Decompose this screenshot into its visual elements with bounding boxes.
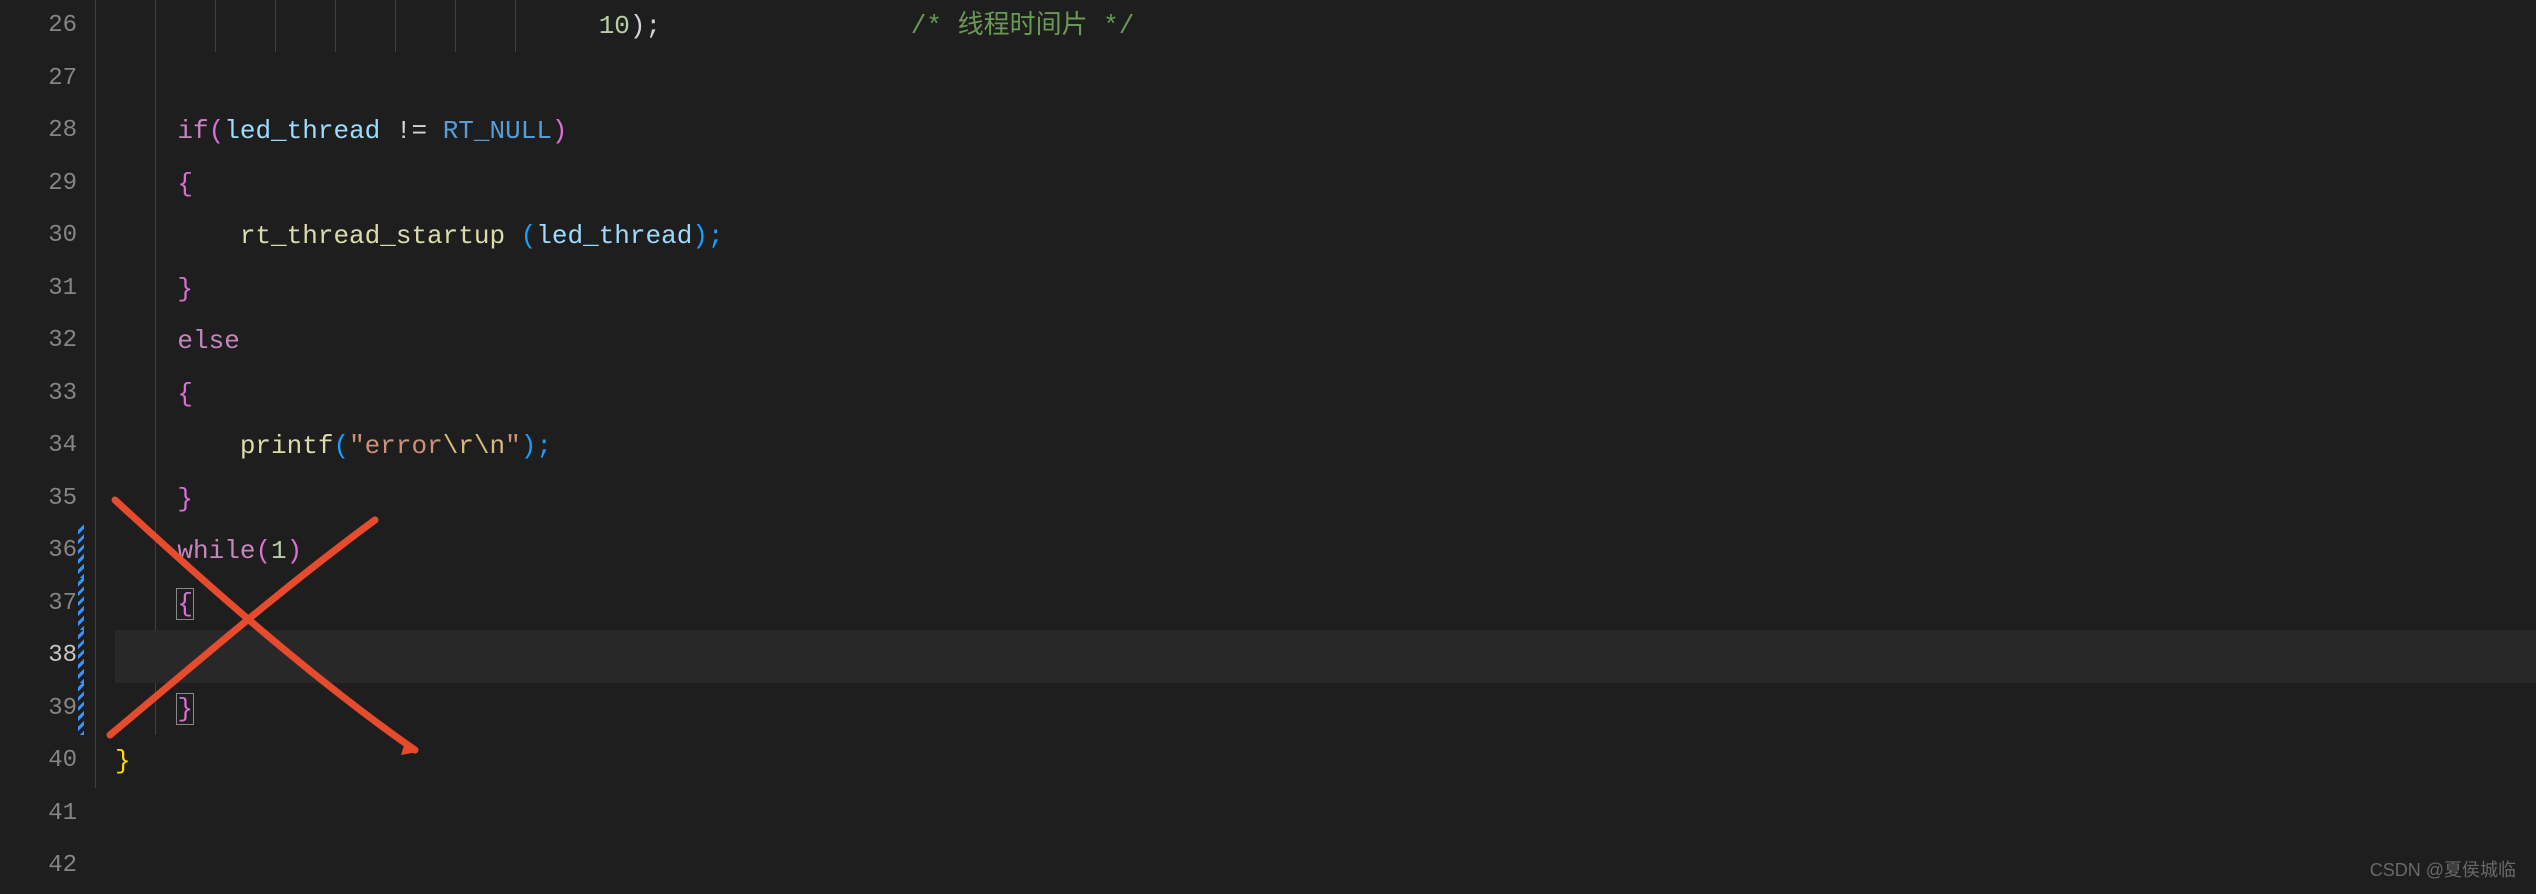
line-number: 27 [0,53,77,106]
code-line[interactable] [115,53,2536,106]
line-number: 37 [0,578,77,631]
modified-indicator [78,578,84,631]
code-content[interactable]: 10); /* 线程时间片 */ if(led_thread != RT_NUL… [95,0,2536,894]
line-number: 30 [0,210,77,263]
code-line[interactable] [115,840,2536,893]
line-number: 32 [0,315,77,368]
line-number: 26 [0,0,77,53]
line-number: 41 [0,788,77,841]
line-number-gutter: 26 27 28 29 30 31 32 33 34 35 36 37 38 3… [0,0,95,894]
line-number: 31 [0,263,77,316]
line-number: 33 [0,368,77,421]
indent-guide [95,0,96,788]
code-line[interactable]: } [115,473,2536,526]
modified-indicator [78,630,84,683]
code-line[interactable]: } [115,683,2536,736]
code-line[interactable]: { [115,578,2536,631]
line-number: 35 [0,473,77,526]
code-line[interactable]: { [115,368,2536,421]
line-number: 38 [0,630,77,683]
modified-indicator [78,525,84,578]
code-line[interactable]: while(1) [115,525,2536,578]
modified-indicator [78,683,84,736]
code-line[interactable]: { [115,158,2536,211]
line-number: 39 [0,683,77,736]
code-line-active[interactable] [115,630,2536,683]
line-number: 29 [0,158,77,211]
line-number: 40 [0,735,77,788]
line-number: 42 [0,840,77,893]
line-number: 34 [0,420,77,473]
code-editor[interactable]: 26 27 28 29 30 31 32 33 34 35 36 37 38 3… [0,0,2536,894]
line-number: 28 [0,105,77,158]
code-line[interactable]: if(led_thread != RT_NULL) [115,105,2536,158]
line-number: 36 [0,525,77,578]
code-line[interactable]: } [115,735,2536,788]
code-line[interactable]: else [115,315,2536,368]
code-line[interactable]: printf("error\r\n"); [115,420,2536,473]
code-line[interactable]: rt_thread_startup (led_thread); [115,210,2536,263]
watermark-text: CSDN @夏侯城临 [2370,856,2516,882]
code-line[interactable]: 10); /* 线程时间片 */ [115,0,2536,53]
code-line[interactable] [115,788,2536,841]
code-line[interactable]: } [115,263,2536,316]
